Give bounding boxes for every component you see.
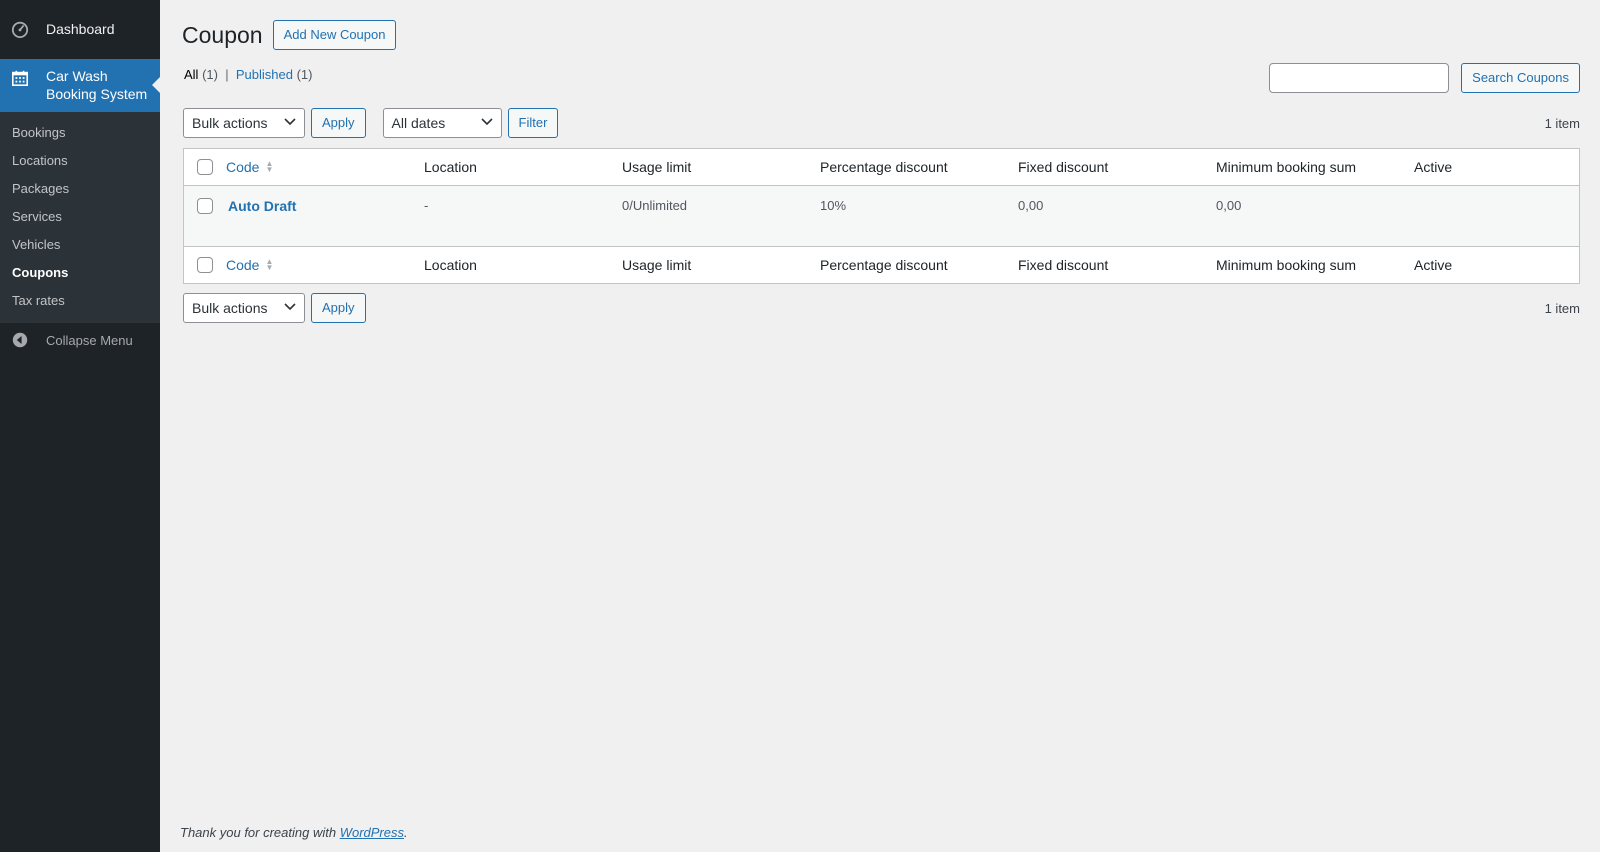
submenu-coupons[interactable]: Coupons — [0, 259, 160, 287]
bulk-actions-value: Bulk actions — [192, 115, 268, 131]
view-all-count: (1) — [202, 67, 218, 82]
menu-dashboard-label: Dashboard — [46, 21, 115, 37]
items-count-bottom: 1 item — [1544, 300, 1580, 316]
search-coupons-button[interactable]: Search Coupons — [1461, 63, 1580, 93]
apply-button-top[interactable]: Apply — [311, 108, 366, 138]
cell-code: Auto Draft — [226, 186, 424, 214]
calendar-icon — [10, 68, 30, 88]
submenu-tax-rates[interactable]: Tax rates — [0, 287, 160, 315]
cell-fixed-discount: 0,00 — [1018, 198, 1044, 213]
cell-minimum-booking-sum: 0,00 — [1216, 198, 1242, 213]
submenu-bookings[interactable]: Bookings — [0, 119, 160, 147]
view-all-link[interactable]: All — [184, 67, 198, 82]
submenu-services[interactable]: Services — [0, 203, 160, 231]
menu-car-wash-booking-system[interactable]: Car Wash Booking System — [0, 59, 160, 112]
footer-wordpress-link[interactable]: WordPress — [340, 825, 404, 840]
apply-button-bottom[interactable]: Apply — [311, 293, 366, 323]
chevron-down-icon — [284, 302, 296, 314]
cell-active — [1414, 186, 1564, 198]
menu-current-label-line1: Car Wash — [46, 68, 108, 84]
add-new-coupon-button[interactable]: Add New Coupon — [272, 20, 397, 50]
bulk-actions-value-bottom: Bulk actions — [192, 300, 268, 316]
column-footer-minimum-booking-sum: Minimum booking sum — [1216, 257, 1357, 273]
submenu-packages[interactable]: Packages — [0, 175, 160, 203]
chevron-down-icon — [480, 117, 493, 129]
table-header-row: Code ▲ ▼ Location Usage limit Percentage … — [184, 149, 1579, 186]
select-all-checkbox-bottom[interactable] — [184, 257, 226, 273]
filter-button[interactable]: Filter — [507, 108, 559, 138]
footer-thanks-text: Thank you for creating with — [180, 825, 337, 840]
view-published-link[interactable]: Published — [236, 67, 293, 82]
dates-value: All dates — [391, 115, 446, 131]
column-footer-usage-limit: Usage limit — [622, 257, 692, 273]
tablenav-bottom: Bulk actions Apply 1 item — [183, 293, 1580, 323]
items-count-top: 1 item — [1544, 115, 1580, 131]
coupon-title-link[interactable]: Auto Draft — [228, 198, 296, 214]
bulk-actions-select-bottom[interactable]: Bulk actions — [183, 293, 305, 323]
admin-sidebar: Dashboard Car Wash Booking System Bookin… — [0, 0, 160, 852]
cell-usage-limit: 0/Unlimited — [622, 198, 688, 213]
view-published-count: (1) — [296, 67, 313, 82]
table-row: Auto Draft - 0/Unlimited 10% 0,00 0,00 — [184, 186, 1579, 246]
table-footer-row: Code ▲ ▼ Location Usage limit Percentage … — [184, 246, 1579, 283]
tablenav-top: Bulk actions Apply All dates Filter 1 it… — [183, 108, 1580, 138]
column-header-fixed-discount: Fixed discount — [1018, 159, 1109, 175]
sort-code-link-bottom[interactable]: Code ▲ ▼ — [226, 257, 424, 273]
sort-arrows-icon: ▲ ▼ — [265, 257, 274, 272]
menu-current-label: Car Wash Booking System — [46, 67, 147, 103]
search-input[interactable] — [1269, 63, 1450, 93]
dashboard-gauge-icon — [10, 19, 30, 39]
collapse-menu-button[interactable]: Collapse Menu — [0, 323, 160, 357]
row-checkbox[interactable] — [184, 186, 226, 214]
collapse-arrow-icon — [10, 330, 30, 350]
column-footer-active: Active — [1414, 257, 1453, 273]
submenu-vehicles[interactable]: Vehicles — [0, 231, 160, 259]
column-code-label: Code — [226, 159, 260, 175]
page-header: Coupon Add New Coupon — [182, 20, 1580, 50]
chevron-down-icon — [284, 117, 296, 129]
column-header-code[interactable]: Code ▲ ▼ — [226, 159, 424, 175]
view-separator: | — [225, 67, 229, 82]
column-header-location: Location — [424, 159, 477, 175]
footer-period: . — [404, 825, 408, 840]
page-title: Coupon — [182, 22, 263, 48]
column-code-label-bottom: Code — [226, 257, 260, 273]
column-footer-percentage-discount: Percentage discount — [820, 257, 948, 273]
menu-dashboard[interactable]: Dashboard — [0, 12, 160, 46]
column-footer-location: Location — [424, 257, 477, 273]
dates-select[interactable]: All dates — [382, 108, 502, 138]
sort-code-link[interactable]: Code ▲ ▼ — [226, 159, 424, 175]
column-footer-code[interactable]: Code ▲ ▼ — [226, 257, 424, 273]
select-all-checkbox[interactable] — [184, 159, 226, 175]
coupons-table: Code ▲ ▼ Location Usage limit Percentage … — [183, 148, 1580, 284]
submenu-locations[interactable]: Locations — [0, 147, 160, 175]
search-box: Search Coupons — [1269, 63, 1580, 93]
column-header-usage-limit: Usage limit — [622, 159, 692, 175]
column-header-percentage-discount: Percentage discount — [820, 159, 948, 175]
menu-current-label-line2: Booking System — [46, 86, 148, 102]
submenu: Bookings Locations Packages Services Veh… — [0, 112, 160, 323]
sort-arrows-icon: ▲ ▼ — [265, 159, 274, 174]
bulk-actions-select[interactable]: Bulk actions — [183, 108, 305, 138]
column-footer-fixed-discount: Fixed discount — [1018, 257, 1109, 273]
admin-footer: Thank you for creating with WordPress. — [180, 825, 408, 840]
column-header-minimum-booking-sum: Minimum booking sum — [1216, 159, 1357, 175]
cell-percentage-discount: 10% — [820, 198, 847, 213]
collapse-menu-label: Collapse Menu — [46, 332, 133, 348]
main-content: Coupon Add New Coupon All (1) | Publishe… — [182, 0, 1580, 323]
column-header-active: Active — [1414, 159, 1453, 175]
view-filters: All (1) | Published (1) — [184, 67, 312, 82]
cell-location: - — [424, 198, 429, 213]
